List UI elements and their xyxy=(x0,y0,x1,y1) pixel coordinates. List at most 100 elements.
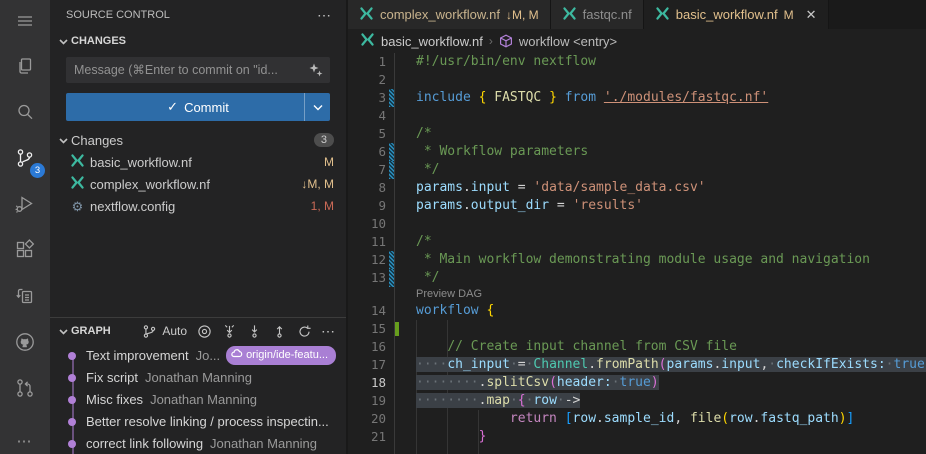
code-line-12[interactable]: 12 * Main workflow demonstrating module … xyxy=(348,251,926,269)
file-name: nextflow.config xyxy=(90,199,175,214)
code-line-2[interactable]: 2 xyxy=(348,71,926,89)
line-number: 17 xyxy=(348,356,386,374)
close-icon[interactable]: ✕ xyxy=(806,7,817,23)
breadcrumb: basic_workflow.nf › workflow <entry> xyxy=(348,29,926,53)
pull-icon[interactable] xyxy=(246,323,262,339)
git-status-badge: M xyxy=(324,155,334,169)
hamburger-icon xyxy=(14,10,36,35)
files-icon xyxy=(14,55,36,80)
commit-row[interactable]: Better resolve linking / process inspect… xyxy=(50,410,346,432)
tab-fastqc.nf[interactable]: fastqc.nf xyxy=(551,0,644,29)
sidebar-item-source-control[interactable]: 3 xyxy=(0,136,50,182)
graph-section-title: GRAPH xyxy=(71,325,111,337)
line-number: 4 xyxy=(348,107,386,125)
code-line-4[interactable]: 4 xyxy=(348,107,926,125)
code-line-18[interactable]: 18········.splitCsv(header:·true) xyxy=(348,374,926,392)
code-line-10[interactable]: 10 xyxy=(348,215,926,233)
tab-label: fastqc.nf xyxy=(583,7,632,22)
code-line-13[interactable]: 13 */ xyxy=(348,269,926,287)
tab-basic_workflow.nf[interactable]: basic_workflow.nfM✕ xyxy=(644,0,829,29)
sparkle-ai-icon[interactable] xyxy=(308,62,324,78)
extensions-icon xyxy=(14,239,36,264)
sidebar-item-search[interactable] xyxy=(0,90,50,136)
nextflow-file-icon xyxy=(562,6,577,24)
document-arrow-icon xyxy=(14,285,36,310)
push-icon[interactable] xyxy=(271,323,287,339)
changes-count-badge: 3 xyxy=(314,133,334,147)
code-line-7[interactable]: 7 */ xyxy=(348,161,926,179)
branch-badge[interactable]: origin/ide-featu... xyxy=(226,346,336,365)
changes-tree-header[interactable]: Changes 3 xyxy=(50,129,346,151)
git-status-badge: 1, M xyxy=(311,199,334,213)
nextflow-file-icon xyxy=(70,153,85,171)
panel-title: SOURCE CONTROL xyxy=(66,9,170,21)
line-number: 11 xyxy=(348,233,386,251)
menu-button[interactable] xyxy=(0,0,50,44)
code-line-1[interactable]: 1#!/usr/bin/env nextflow xyxy=(348,53,926,71)
breadcrumb-separator: › xyxy=(489,34,493,48)
graph-auto-toggle[interactable]: Auto xyxy=(162,324,187,338)
file-row-basic_workflow.nf[interactable]: basic_workflow.nf M xyxy=(50,151,346,173)
code-line-8[interactable]: 8params.input = 'data/sample_data.csv' xyxy=(348,179,926,197)
graph-more-button[interactable]: ⋯ xyxy=(321,323,336,340)
commit-row[interactable]: Text improvementJo...origin/ide-featu... xyxy=(50,344,346,366)
target-icon[interactable] xyxy=(196,323,212,339)
line-number: 12 xyxy=(348,251,386,269)
commit-message-input[interactable] xyxy=(66,57,330,83)
commit-dropdown-button[interactable] xyxy=(304,93,330,121)
code-line-3[interactable]: 3include { FASTQC } from './modules/fast… xyxy=(348,89,926,107)
tab-complex_workflow.nf[interactable]: complex_workflow.nf↓M, M xyxy=(348,0,551,29)
sidebar-item-github[interactable] xyxy=(0,320,50,366)
sidebar-item-explorer[interactable] xyxy=(0,44,50,90)
gutter-modified-marker xyxy=(389,161,394,179)
commit-dot-icon xyxy=(68,418,76,426)
code-line-5[interactable]: 5/* xyxy=(348,125,926,143)
code-line-14[interactable]: 14workflow { xyxy=(348,302,926,320)
sidebar-item-pull-requests[interactable] xyxy=(0,366,50,412)
line-number: 7 xyxy=(348,161,386,179)
commit-row[interactable]: Misc fixesJonathan Manning xyxy=(50,388,346,410)
code-line-11[interactable]: 11/* xyxy=(348,233,926,251)
code-line-15[interactable]: 15 xyxy=(348,320,926,338)
fetch-icon[interactable] xyxy=(221,323,237,339)
line-number: 21 xyxy=(348,428,386,446)
code-line-17[interactable]: 17····ch_input·=·Channel.fromPath(params… xyxy=(348,356,926,374)
git-branch-icon[interactable] xyxy=(141,323,157,339)
breadcrumb-file[interactable]: basic_workflow.nf xyxy=(381,34,483,49)
gutter-modified-marker xyxy=(389,89,394,107)
line-number: 14 xyxy=(348,302,386,320)
line-number: 18 xyxy=(348,374,386,392)
sidebar-item-extensions[interactable] xyxy=(0,228,50,274)
tab-git-decoration: ↓M, M xyxy=(506,8,539,22)
panel-more-actions-button[interactable]: ⋯ xyxy=(317,7,332,24)
codelens-preview-dag[interactable]: Preview DAG xyxy=(348,287,926,302)
code-line-16[interactable]: 16 // Create input channel from CSV file xyxy=(348,338,926,356)
code-line-21[interactable]: 21 } xyxy=(348,428,926,446)
code-line-19[interactable]: 19········.map·{·row·-> xyxy=(348,392,926,410)
commit-row[interactable]: correct link followingJonathan Manning xyxy=(50,432,346,454)
changes-section-header[interactable]: CHANGES xyxy=(50,30,346,52)
line-number: 10 xyxy=(348,215,386,233)
file-name: basic_workflow.nf xyxy=(90,155,192,170)
commit-row[interactable]: Fix scriptJonathan Manning xyxy=(50,366,346,388)
commit-message: Better resolve linking / process inspect… xyxy=(86,414,329,429)
gutter-modified-marker xyxy=(389,269,394,287)
file-name: complex_workflow.nf xyxy=(90,177,210,192)
commit-author: Jo... xyxy=(196,348,221,363)
sidebar-item-references[interactable] xyxy=(0,274,50,320)
code-editor[interactable]: 1#!/usr/bin/env nextflow23include { FAST… xyxy=(348,53,926,454)
code-line-6[interactable]: 6 * Workflow parameters xyxy=(348,143,926,161)
sidebar-item-run-debug[interactable] xyxy=(0,182,50,228)
file-row-complex_workflow.nf[interactable]: complex_workflow.nf↓M, M xyxy=(50,173,346,195)
chevron-down-icon[interactable] xyxy=(55,323,71,339)
gear-icon: ⚙ xyxy=(70,200,85,213)
commit-button[interactable]: ✓Commit xyxy=(66,93,330,121)
code-line-20[interactable]: 20 return [row.sample_id, file(row.fastq… xyxy=(348,410,926,428)
refresh-icon[interactable] xyxy=(296,323,312,339)
commit-message: correct link following xyxy=(86,436,203,451)
file-row-nextflow.config[interactable]: ⚙ nextflow.config 1, M xyxy=(50,195,346,217)
activity-more-button[interactable]: ⋯ xyxy=(17,432,34,450)
breadcrumb-symbol[interactable]: workflow <entry> xyxy=(519,34,617,49)
code-line-9[interactable]: 9params.output_dir = 'results' xyxy=(348,197,926,215)
tab-git-decoration: M xyxy=(784,8,794,22)
